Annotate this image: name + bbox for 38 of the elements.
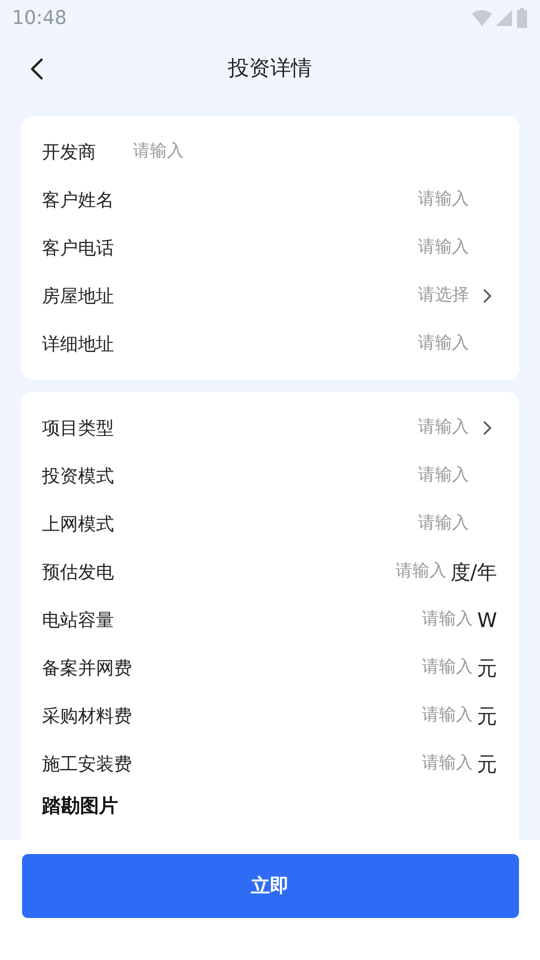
- input-field[interactable]: 请输入: [114, 235, 469, 261]
- input-field[interactable]: 请输入: [114, 559, 446, 585]
- input-field[interactable]: 请输入: [132, 703, 473, 729]
- unit-label: 元: [477, 703, 497, 730]
- input-field[interactable]: 请输入: [114, 607, 474, 633]
- wifi-icon: [472, 10, 492, 26]
- unit-label: W: [477, 607, 497, 634]
- field-label: 项目类型: [42, 416, 114, 440]
- field-label: 开发商: [42, 140, 97, 164]
- battery-icon: [516, 8, 528, 28]
- field-label: 详细地址: [42, 332, 114, 356]
- field-label: 上网模式: [42, 512, 114, 536]
- field-label: 房屋地址: [42, 284, 114, 308]
- section-heading: 踏勘图片: [42, 795, 118, 817]
- field-label: 电站容量: [42, 608, 114, 632]
- input-field[interactable]: 请输入: [133, 139, 498, 165]
- field-label: 投资模式: [42, 464, 114, 488]
- unit-label: 元: [477, 751, 497, 778]
- input-field[interactable]: 请输入: [114, 463, 469, 489]
- unit-label: 元: [477, 655, 497, 682]
- select-field[interactable]: 请选择: [114, 283, 469, 309]
- input-field[interactable]: 请输入: [114, 331, 469, 357]
- page-title: 投资详情: [228, 55, 312, 82]
- field-label: 施工安装费: [42, 752, 132, 776]
- field-label: 采购材料费: [42, 704, 132, 728]
- field-label: 客户电话: [42, 236, 114, 260]
- input-field[interactable]: 请输入: [114, 187, 469, 213]
- select-field[interactable]: 请输入: [114, 415, 469, 441]
- status-time: 10:48: [12, 6, 67, 31]
- signal-icon: [496, 10, 512, 26]
- input-field[interactable]: 请输入: [114, 511, 469, 537]
- submit-button[interactable]: 立即: [22, 854, 518, 918]
- field-label: 预估发电: [42, 560, 114, 584]
- input-field[interactable]: 请输入: [132, 751, 473, 777]
- field-label: 客户姓名: [42, 188, 114, 212]
- input-field[interactable]: 请输入: [132, 655, 473, 681]
- field-label: 备案并网费: [42, 656, 132, 680]
- unit-label: 度/年: [450, 559, 497, 586]
